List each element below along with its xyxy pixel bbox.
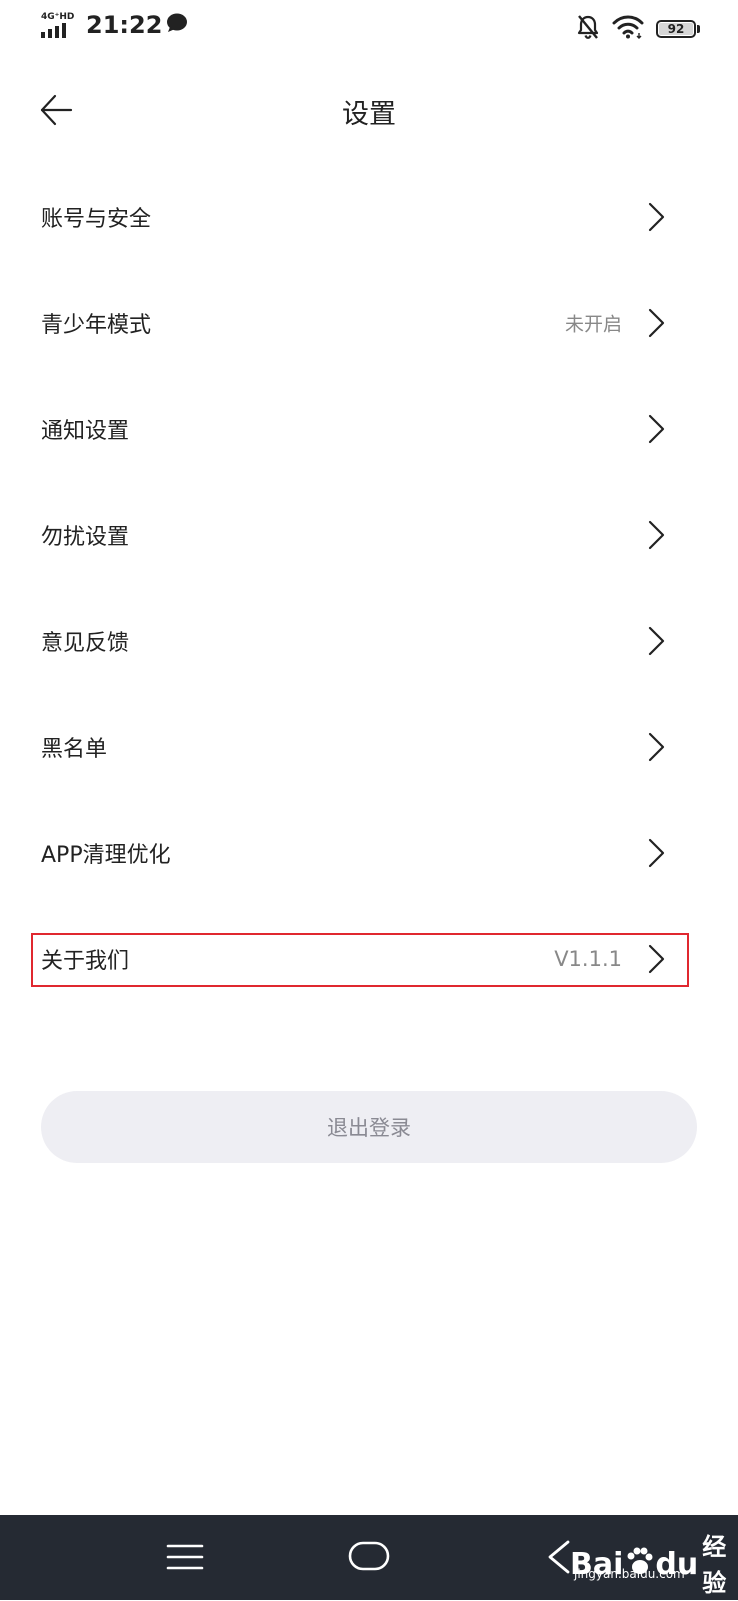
settings-item-label: APP清理优化: [41, 843, 171, 868]
battery-icon: 92: [656, 18, 700, 40]
baidu-jingyan-watermark: Bai du 经验 jingyan.baidu.com: [560, 1529, 730, 1597]
settings-item-label: 青少年模式: [41, 313, 152, 338]
settings-item-label: 意见反馈: [41, 631, 130, 656]
status-time: 21:22: [86, 11, 163, 39]
settings-item-account-security[interactable]: 账号与安全: [0, 164, 738, 270]
network-type: 4G⁺HD: [41, 12, 75, 22]
page-title: 设置: [342, 99, 396, 130]
chevron-right-icon: [648, 308, 665, 338]
watermark-url: jingyan.baidu.com: [574, 1567, 685, 1581]
settings-list: 账号与安全 青少年模式 未开启 通知设置 勿扰设置 意见反馈 黑名单 APP清理…: [0, 164, 738, 1012]
chat-bubble-icon: [166, 13, 188, 37]
chevron-right-icon: [648, 626, 665, 656]
logout-button[interactable]: 退出登录: [41, 1091, 697, 1163]
chevron-right-icon: [648, 202, 665, 232]
settings-item-blacklist[interactable]: 黑名单: [0, 694, 738, 800]
settings-item-feedback[interactable]: 意见反馈: [0, 588, 738, 694]
menu-icon[interactable]: [166, 1542, 204, 1572]
chevron-right-icon: [648, 732, 665, 762]
header: 设置: [0, 70, 738, 150]
settings-item-teen-mode[interactable]: 青少年模式 未开启: [0, 270, 738, 376]
chevron-right-icon: [648, 838, 665, 868]
settings-item-label: 黑名单: [41, 737, 108, 762]
navigation-bar: Bai du 经验 jingyan.baidu.com: [0, 1515, 738, 1600]
battery-level: 92: [659, 22, 693, 36]
settings-item-label: 账号与安全: [41, 207, 152, 232]
settings-item-label: 关于我们: [41, 949, 130, 974]
settings-item-app-cleanup[interactable]: APP清理优化: [0, 800, 738, 906]
settings-item-label: 通知设置: [41, 419, 130, 444]
bell-muted-icon: [576, 14, 600, 44]
watermark-brand-cn: 经验: [702, 1533, 727, 1597]
chevron-right-icon: [648, 414, 665, 444]
chevron-right-icon: [648, 944, 665, 974]
wifi-icon: [612, 15, 644, 43]
home-icon[interactable]: [348, 1541, 390, 1571]
signal-icon: 4G⁺HD: [40, 10, 78, 40]
settings-item-notifications[interactable]: 通知设置: [0, 376, 738, 482]
status-bar-left: 4G⁺HD 21:22: [40, 10, 188, 40]
settings-item-label: 勿扰设置: [41, 525, 130, 550]
app-version: V1.1.1: [554, 947, 622, 971]
status-bar-right: 92: [576, 14, 700, 44]
settings-item-do-not-disturb[interactable]: 勿扰设置: [0, 482, 738, 588]
status-bar: 4G⁺HD 21:22 92: [0, 0, 738, 58]
settings-item-about-us[interactable]: 关于我们 V1.1.1: [0, 906, 738, 1012]
chevron-right-icon: [648, 520, 665, 550]
teen-mode-status: 未开启: [564, 313, 622, 336]
